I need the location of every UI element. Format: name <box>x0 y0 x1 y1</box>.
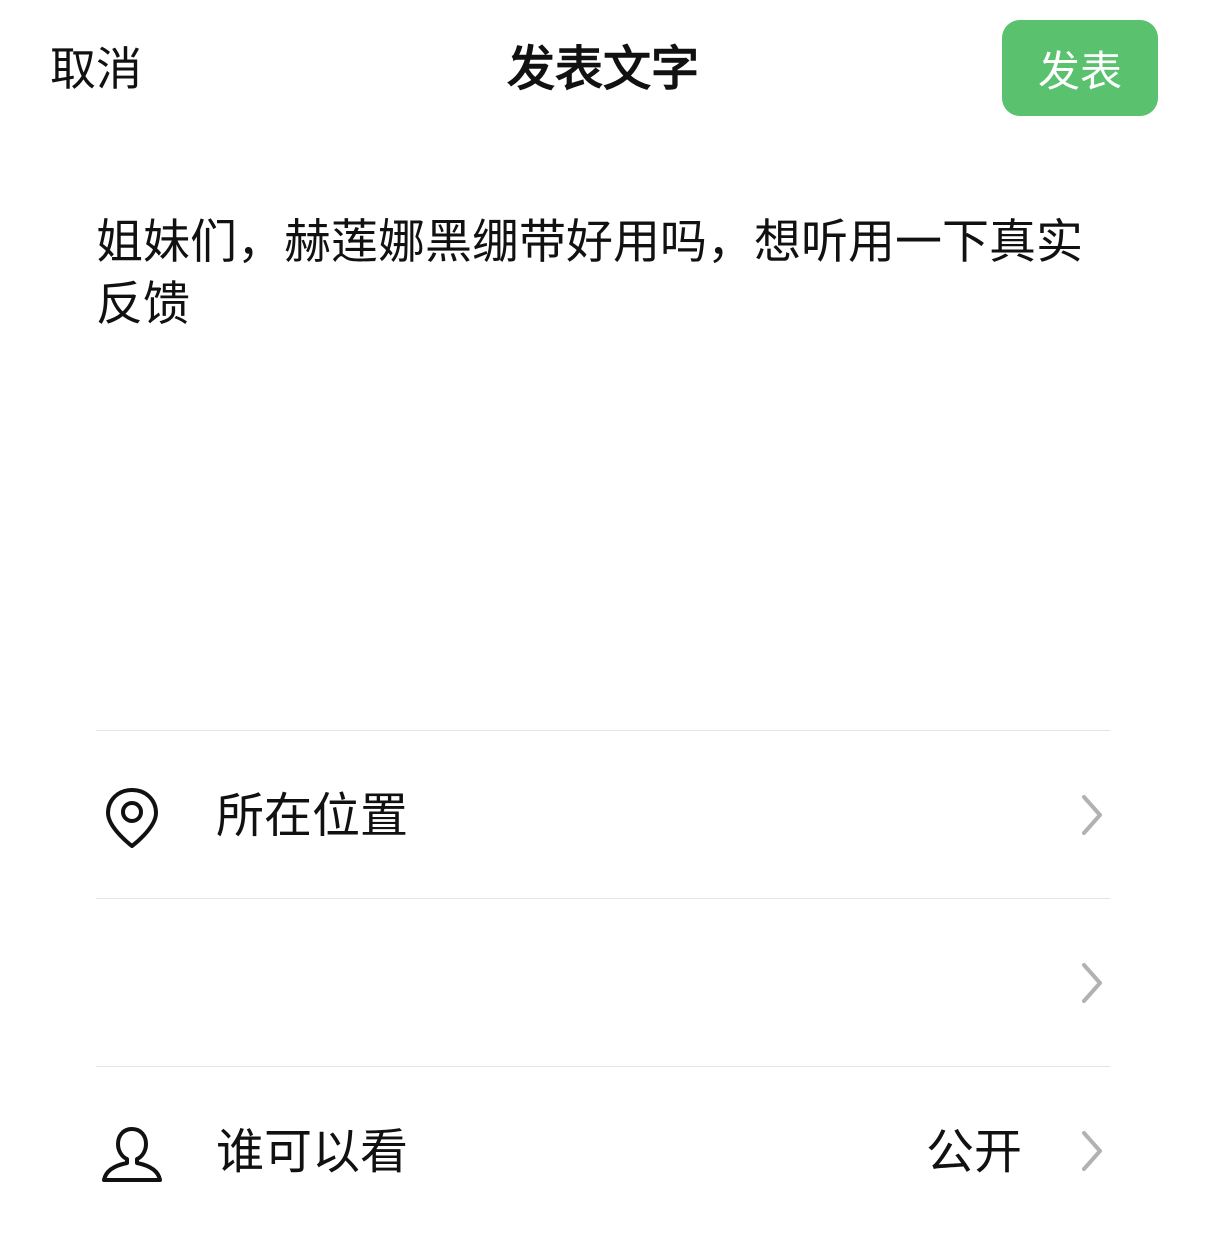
mention-row[interactable] <box>96 899 1110 1065</box>
publish-button[interactable]: 发表 <box>1002 20 1158 116</box>
visibility-label: 谁可以看 <box>216 1124 409 1180</box>
visibility-row[interactable]: 谁可以看 公开 <box>96 1067 1110 1233</box>
chevron-right-icon <box>1082 963 1102 1003</box>
post-text-input[interactable]: 姐妹们，赫莲娜黑绷带好用吗，想听用一下真实反馈 <box>96 212 1116 336</box>
location-row[interactable]: 所在位置 <box>96 731 1110 897</box>
chevron-right-icon <box>1082 795 1102 835</box>
person-icon <box>102 1127 162 1182</box>
chevron-right-icon <box>1082 1131 1102 1171</box>
visibility-value: 公开 <box>925 1124 1022 1180</box>
location-label: 所在位置 <box>216 788 409 844</box>
location-pin-icon <box>106 788 158 848</box>
top-bar: 取消 发表文字 发表 <box>0 0 1206 136</box>
